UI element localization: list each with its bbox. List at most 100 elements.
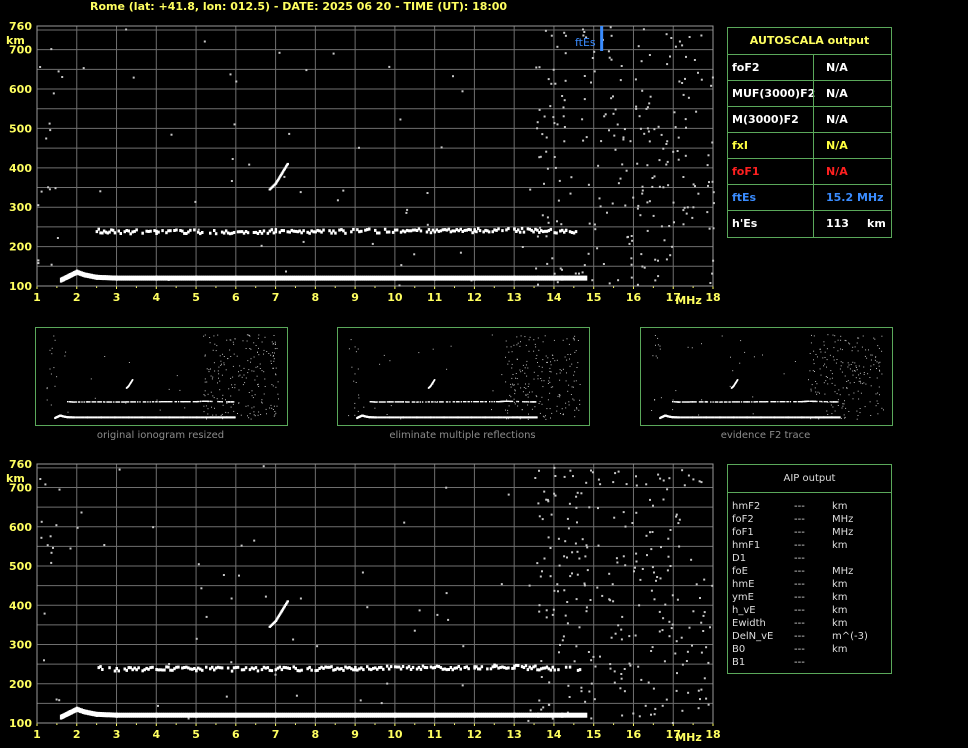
noise-dot bbox=[52, 546, 54, 549]
noise-dot bbox=[253, 406, 255, 408]
noise-dot bbox=[537, 502, 540, 505]
noise-dot bbox=[837, 339, 839, 341]
noise-dot bbox=[253, 414, 255, 416]
x-tick-label: 13 bbox=[507, 728, 522, 741]
trace-point bbox=[126, 416, 129, 419]
trace-point bbox=[134, 401, 137, 403]
trace-point bbox=[147, 401, 149, 403]
noise-dot bbox=[261, 402, 263, 404]
trace-point bbox=[685, 401, 687, 403]
noise-dot bbox=[535, 358, 537, 359]
aip-param-label: hmE bbox=[732, 579, 755, 590]
noise-dot bbox=[350, 339, 352, 341]
trace-point bbox=[398, 401, 400, 403]
trace-point bbox=[743, 401, 745, 403]
noise-dot bbox=[868, 349, 869, 351]
noise-dot bbox=[840, 361, 842, 363]
noise-dot bbox=[858, 380, 860, 382]
trace-point bbox=[77, 401, 80, 403]
trace-point bbox=[184, 416, 187, 419]
noise-dot bbox=[354, 373, 356, 375]
noise-dot bbox=[64, 355, 66, 357]
noise-dot bbox=[230, 661, 233, 664]
trace-point bbox=[804, 416, 806, 419]
noise-dot bbox=[234, 387, 236, 389]
noise-dot bbox=[592, 655, 595, 658]
noise-dot bbox=[542, 359, 544, 361]
noise-dot bbox=[590, 659, 593, 662]
noise-dot bbox=[211, 378, 213, 380]
trace-point bbox=[80, 416, 82, 419]
noise-dot bbox=[653, 713, 656, 716]
trace-point bbox=[701, 416, 703, 419]
noise-dot bbox=[813, 350, 815, 352]
autoscala-row: foF1 N/A bbox=[728, 158, 891, 185]
trace-point bbox=[443, 416, 445, 419]
noise-dot bbox=[511, 351, 513, 353]
y-tick-label: 600 bbox=[9, 521, 32, 534]
noise-dot bbox=[500, 583, 503, 586]
noise-dot bbox=[670, 627, 673, 630]
noise-dot bbox=[705, 697, 708, 700]
noise-dot bbox=[46, 399, 48, 401]
noise-dot bbox=[221, 398, 223, 400]
noise-dot bbox=[275, 373, 276, 375]
noise-dot bbox=[858, 374, 860, 376]
noise-dot bbox=[204, 390, 206, 392]
noise-dot bbox=[533, 350, 535, 352]
noise-dot bbox=[513, 384, 515, 386]
noise-dot bbox=[855, 365, 857, 367]
noise-dot bbox=[543, 416, 545, 418]
trace-point bbox=[489, 416, 491, 419]
noise-dot bbox=[837, 399, 839, 401]
noise-dot bbox=[683, 484, 686, 487]
noise-dot bbox=[221, 413, 223, 415]
noise-dot bbox=[635, 560, 638, 563]
noise-dot bbox=[357, 410, 359, 412]
noise-dot bbox=[517, 383, 519, 385]
noise-dot bbox=[525, 387, 527, 389]
noise-dot bbox=[815, 381, 817, 382]
noise-dot bbox=[575, 645, 578, 648]
autoscala-param-unit: km bbox=[867, 217, 886, 230]
noise-dot bbox=[721, 335, 723, 337]
noise-dot bbox=[840, 339, 842, 341]
trace-point bbox=[715, 416, 718, 419]
noise-dot bbox=[204, 395, 206, 397]
noise-dot bbox=[707, 703, 710, 706]
noise-dot bbox=[222, 574, 225, 576]
trace-point bbox=[149, 401, 151, 403]
noise-dot bbox=[876, 400, 878, 402]
noise-dot bbox=[512, 384, 514, 386]
noise-dot bbox=[354, 402, 356, 404]
noise-dot bbox=[492, 390, 494, 392]
trace-point bbox=[425, 416, 427, 419]
noise-dot bbox=[507, 493, 510, 496]
noise-dot bbox=[556, 405, 558, 407]
noise-dot bbox=[659, 577, 662, 580]
noise-dot bbox=[700, 688, 703, 691]
noise-dot bbox=[878, 386, 880, 388]
trace-point bbox=[777, 401, 779, 403]
noise-dot bbox=[220, 414, 222, 416]
noise-dot bbox=[403, 521, 406, 524]
noise-dot bbox=[843, 414, 845, 416]
trace-point bbox=[461, 416, 464, 419]
noise-dot bbox=[527, 393, 529, 395]
noise-dot bbox=[58, 488, 61, 491]
noise-dot bbox=[658, 630, 661, 633]
noise-dot bbox=[840, 335, 842, 337]
noise-dot bbox=[210, 368, 211, 370]
noise-dot bbox=[729, 385, 731, 387]
noise-dot bbox=[553, 492, 556, 495]
noise-dot bbox=[698, 480, 701, 483]
aip-param-label: B0 bbox=[732, 644, 746, 655]
noise-dot bbox=[533, 371, 535, 373]
trace-point bbox=[465, 401, 467, 403]
aip-param-value: --- bbox=[794, 657, 805, 668]
trace-point bbox=[177, 665, 180, 669]
noise-dot bbox=[624, 564, 627, 567]
noise-dot bbox=[575, 380, 577, 382]
trace-point bbox=[701, 401, 703, 403]
trace-point bbox=[495, 416, 498, 419]
